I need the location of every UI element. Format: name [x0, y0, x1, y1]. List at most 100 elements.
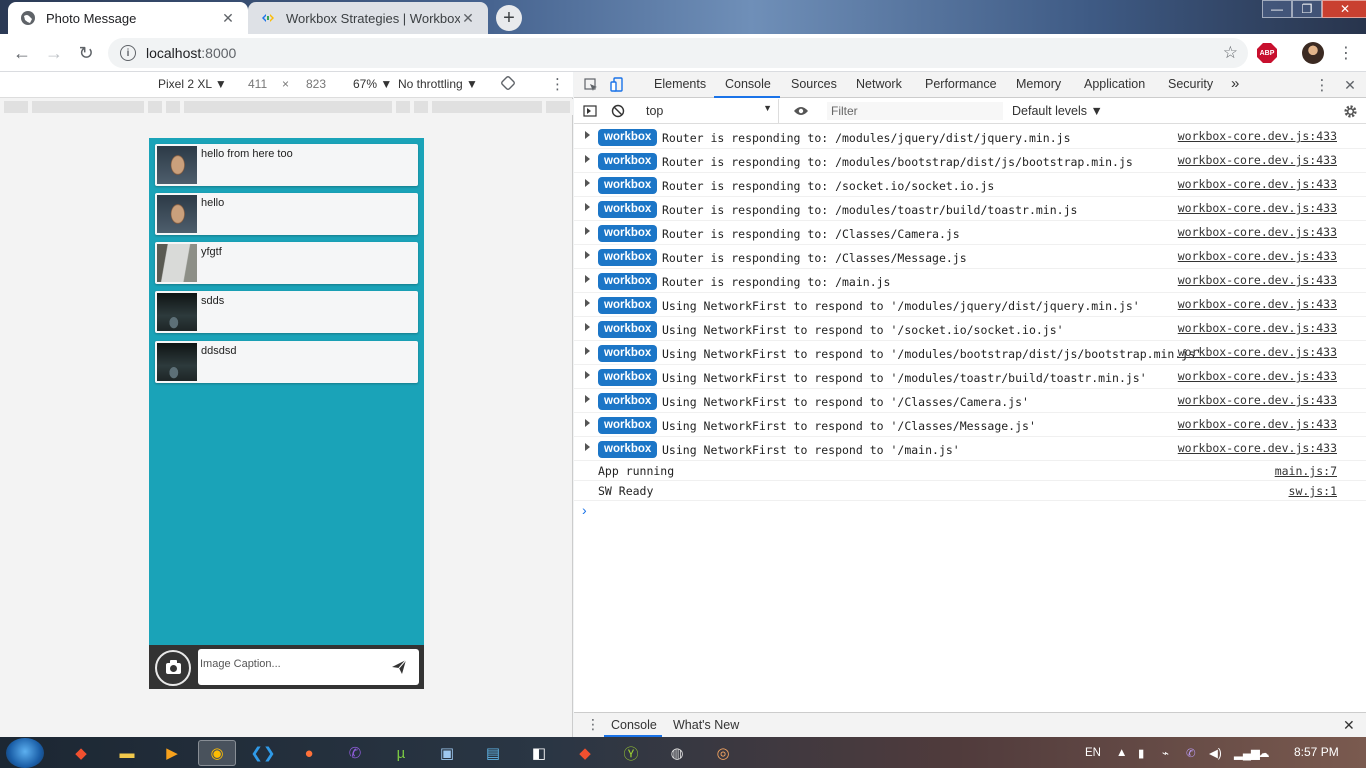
console-message[interactable]: workbox Router is responding to: /socket.… — [574, 173, 1366, 197]
message-card[interactable]: sdds — [155, 291, 418, 333]
expand-arrow-icon[interactable] — [585, 419, 590, 427]
inspect-element-icon[interactable] — [582, 76, 600, 94]
clear-console-icon[interactable] — [609, 102, 627, 120]
zoom-select[interactable]: 67% ▼ — [353, 77, 392, 91]
usb-icon[interactable]: ⌁ — [1162, 737, 1169, 768]
tab-network[interactable]: Network — [856, 77, 902, 91]
reload-icon[interactable]: ↻ — [74, 41, 98, 65]
source-link[interactable]: workbox-core.dev.js:433 — [1178, 441, 1337, 455]
rotate-icon[interactable] — [500, 75, 516, 94]
console-settings-gear-icon[interactable] — [1341, 102, 1359, 120]
sidebar-toggle-icon[interactable] — [581, 102, 599, 120]
expand-arrow-icon[interactable] — [585, 443, 590, 451]
device-toggle-icon[interactable] — [608, 76, 626, 94]
minimize-button[interactable]: — — [1262, 0, 1292, 18]
console-message[interactable]: workbox Router is responding to: /main.js… — [574, 269, 1366, 293]
bookmark-star-icon[interactable]: ☆ — [1223, 43, 1238, 63]
forward-arrow-icon[interactable]: → — [42, 41, 66, 65]
device-width[interactable]: 411 — [248, 77, 267, 91]
viber-tray-icon[interactable]: ✆ — [1186, 737, 1196, 768]
media-player-icon[interactable]: ▶ — [153, 740, 191, 766]
control-panel-icon[interactable]: ▣ — [428, 740, 466, 766]
source-link[interactable]: workbox-core.dev.js:433 — [1178, 201, 1337, 215]
more-tabs-button[interactable]: » — [1231, 75, 1239, 92]
utorrent-icon[interactable]: µ — [382, 740, 420, 766]
device-menu-icon[interactable]: ⋮ — [550, 75, 565, 93]
show-hidden-icons-icon[interactable]: ▲ — [1116, 737, 1127, 768]
source-link[interactable]: workbox-core.dev.js:433 — [1178, 321, 1337, 335]
send-icon[interactable] — [389, 657, 409, 677]
close-drawer-icon[interactable]: ✕ — [1343, 717, 1355, 734]
expand-arrow-icon[interactable] — [585, 275, 590, 283]
firefox-icon[interactable]: ● — [290, 740, 328, 766]
drawer-tab-console[interactable]: Console — [611, 718, 657, 732]
back-arrow-icon[interactable]: ← — [10, 41, 34, 65]
site-info-icon[interactable]: i — [120, 45, 136, 61]
new-tab-button[interactable]: + — [496, 5, 522, 31]
game-icon[interactable]: ◍ — [658, 740, 696, 766]
tab-memory[interactable]: Memory — [1016, 77, 1061, 91]
cloud-upload-icon[interactable]: ☁ — [1258, 737, 1270, 768]
source-link[interactable]: workbox-core.dev.js:433 — [1178, 393, 1337, 407]
console-message[interactable]: workbox Router is responding to: /modules… — [574, 125, 1366, 149]
message-card[interactable]: yfgtf — [155, 242, 418, 284]
console-message[interactable]: workbox Using NetworkFirst to respond to … — [574, 341, 1366, 365]
vscode-icon[interactable]: ❮❯ — [244, 740, 282, 766]
expand-arrow-icon[interactable] — [585, 323, 590, 331]
camera-button[interactable] — [155, 650, 191, 686]
console-message[interactable]: workbox Router is responding to: /modules… — [574, 149, 1366, 173]
volume-icon[interactable]: ◀) — [1209, 737, 1222, 768]
terminal-icon[interactable]: ▤ — [474, 740, 512, 766]
console-message[interactable]: SW Ready sw.js:1 — [574, 481, 1366, 501]
source-link[interactable]: workbox-core.dev.js:433 — [1178, 273, 1337, 287]
source-link[interactable]: main.js:7 — [1275, 464, 1337, 478]
maximize-button[interactable]: ❐ — [1292, 0, 1322, 18]
network-signal-icon[interactable]: ▂▄▆ — [1234, 737, 1260, 768]
action-center-icon[interactable]: ▮ — [1138, 737, 1144, 768]
folder-icon[interactable]: ▬ — [108, 740, 146, 766]
message-card[interactable]: hello from here too — [155, 144, 418, 186]
media-query-ruler[interactable] — [0, 99, 573, 115]
start-button[interactable] — [6, 738, 44, 768]
console-message[interactable]: workbox Router is responding to: /modules… — [574, 197, 1366, 221]
live-expression-eye-icon[interactable] — [792, 102, 810, 120]
expand-arrow-icon[interactable] — [585, 203, 590, 211]
tab-performance[interactable]: Performance — [925, 77, 997, 91]
drawer-menu-icon[interactable]: ⋮ — [586, 716, 600, 733]
console-message[interactable]: workbox Using NetworkFirst to respond to … — [574, 293, 1366, 317]
git-icon[interactable]: ◆ — [62, 740, 100, 766]
expand-arrow-icon[interactable] — [585, 395, 590, 403]
console-message[interactable]: workbox Using NetworkFirst to respond to … — [574, 437, 1366, 461]
tab-security[interactable]: Security — [1168, 77, 1213, 91]
message-card[interactable]: hello — [155, 193, 418, 235]
address-bar[interactable]: i localhost:8000 ☆ — [108, 38, 1248, 68]
throttling-select[interactable]: No throttling ▼ — [398, 77, 478, 91]
caption-input[interactable] — [198, 649, 378, 679]
device-height[interactable]: 823 — [306, 77, 326, 91]
profile-avatar[interactable] — [1302, 42, 1324, 64]
expand-arrow-icon[interactable] — [585, 179, 590, 187]
log-levels-select[interactable]: Default levels ▼ — [1012, 104, 1103, 118]
devtools-menu-icon[interactable]: ⋮ — [1313, 76, 1331, 94]
close-window-button[interactable]: ✕ — [1322, 0, 1366, 18]
expand-arrow-icon[interactable] — [585, 299, 590, 307]
notes-icon[interactable]: ◧ — [520, 740, 558, 766]
source-link[interactable]: workbox-core.dev.js:433 — [1178, 297, 1337, 311]
source-link[interactable]: workbox-core.dev.js:433 — [1178, 345, 1337, 359]
close-tab-icon[interactable]: ✕ — [220, 10, 236, 27]
chrome-icon[interactable]: ◉ — [198, 740, 236, 766]
expand-arrow-icon[interactable] — [585, 371, 590, 379]
expand-arrow-icon[interactable] — [585, 251, 590, 259]
tab-elements[interactable]: Elements — [654, 77, 706, 91]
source-link[interactable]: workbox-core.dev.js:433 — [1178, 153, 1337, 167]
source-link[interactable]: workbox-core.dev.js:433 — [1178, 129, 1337, 143]
message-card[interactable]: ddsdsd — [155, 341, 418, 383]
close-tab-icon[interactable]: ✕ — [460, 10, 476, 27]
console-prompt[interactable]: › — [574, 501, 1366, 521]
adblock-extension-icon[interactable]: ABP — [1257, 43, 1277, 63]
tab-console[interactable]: Console — [725, 77, 771, 91]
expand-arrow-icon[interactable] — [585, 131, 590, 139]
source-link[interactable]: workbox-core.dev.js:433 — [1178, 249, 1337, 263]
app-icon[interactable]: Ⓨ — [612, 740, 650, 766]
viber-icon[interactable]: ✆ — [336, 740, 374, 766]
